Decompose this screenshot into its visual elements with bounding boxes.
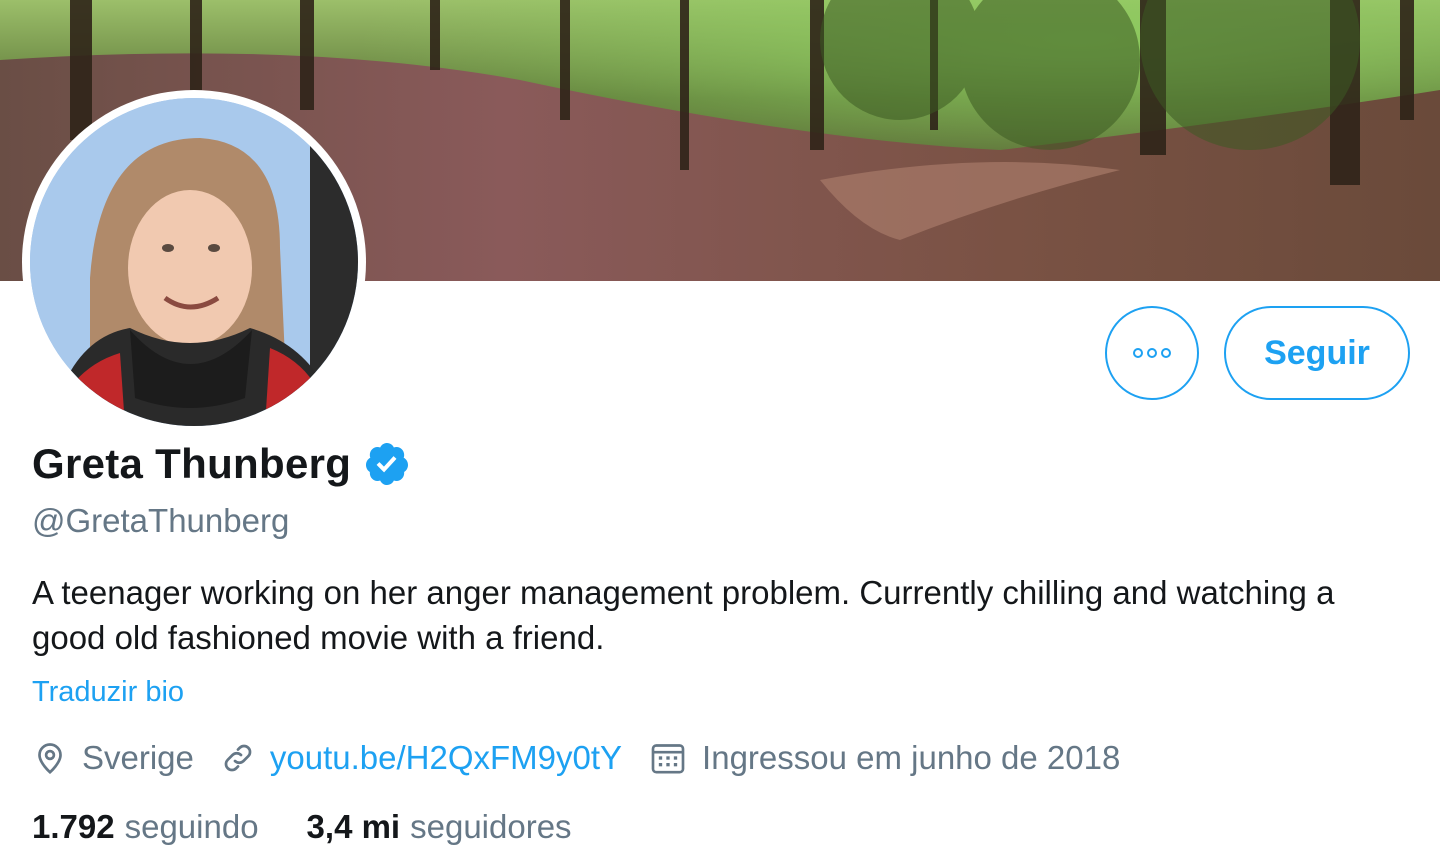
following-label: seguindo (124, 808, 259, 845)
profile-bio: A teenager working on her anger manageme… (32, 574, 1335, 656)
website-link[interactable]: youtu.be/H2QxFM9y0tY (270, 739, 622, 777)
profile-name-row: Greta Thunberg (32, 440, 411, 488)
profile-stats-row: 1.792 seguindo 3,4 mi seguidores (32, 808, 620, 846)
more-options-button[interactable] (1105, 306, 1199, 400)
display-name: Greta Thunberg (32, 440, 352, 487)
website-item: youtu.be/H2QxFM9y0tY (220, 739, 622, 777)
profile-handle: @GretaThunberg (32, 502, 290, 539)
following-count: 1.792 (32, 808, 115, 845)
profile-meta-row: Sverige youtu.be/H2QxFM9y0tY Ingressou e… (32, 738, 1146, 778)
location-text: Sverige (82, 739, 194, 776)
translate-bio-link[interactable]: Traduzir bio (32, 676, 184, 709)
follow-button[interactable]: Seguir (1224, 306, 1410, 400)
joined-item: Ingressou em junho de 2018 (648, 738, 1120, 778)
followers-stat-link[interactable]: 3,4 mi seguidores (307, 808, 572, 846)
link-icon (224, 744, 252, 772)
joined-date-text: Ingressou em junho de 2018 (702, 739, 1121, 776)
location-item: Sverige (32, 739, 194, 777)
verified-badge-icon[interactable] (363, 440, 411, 488)
calendar-icon (651, 744, 685, 774)
followers-count: 3,4 mi (306, 808, 401, 845)
profile-page: Seguir Greta Thunberg @GretaThunberg A t… (0, 0, 1440, 858)
followers-label: seguidores (410, 808, 572, 845)
more-options-icon (1133, 348, 1171, 358)
profile-avatar[interactable] (22, 90, 366, 434)
avatar-photo (30, 98, 358, 426)
location-pin-icon (38, 743, 62, 775)
following-stat-link[interactable]: 1.792 seguindo (32, 808, 259, 846)
